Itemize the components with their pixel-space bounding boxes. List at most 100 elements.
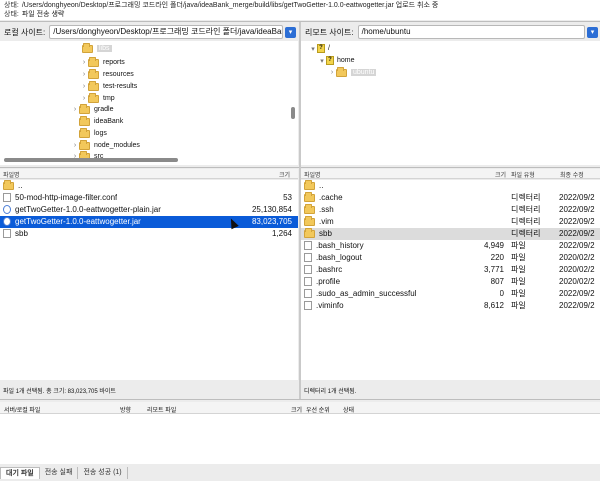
list-item[interactable]: .bashrc 3,771 파일 2020/02/2 [301,264,600,276]
column-header-name[interactable]: 파일명 [3,170,20,179]
tree-item-label: test-results [103,83,138,90]
folder-icon [304,228,315,238]
chevron-down-icon[interactable]: ▾ [318,57,326,65]
file-size: 4,949 [483,241,504,250]
remote-status-text: 디렉터리 1개 선택됨. [301,386,600,398]
tree-item-root[interactable]: ▾? / [309,43,330,54]
chevron-right-icon[interactable]: › [71,106,79,113]
folder-icon [304,204,315,214]
chevron-down-icon[interactable]: ▾ [309,45,317,53]
list-item[interactable]: .. [0,180,298,192]
tab-failed-transfers[interactable]: 전송 실패 [40,467,79,479]
chevron-right-icon[interactable]: › [328,69,336,76]
tree-horizontal-scrollbar[interactable] [4,158,178,162]
tree-item-gradle[interactable]: › gradle [71,103,114,115]
chevron-right-icon[interactable]: › [80,71,88,78]
transfer-queue-list[interactable] [0,414,600,464]
file-size: 8,612 [483,301,504,310]
list-item[interactable]: .cache 디렉터리 2022/09/2 [301,192,600,204]
column-header-direction[interactable]: 방향 [120,405,131,414]
file-name: .profile [316,277,341,286]
file-size: 1,264 [271,229,292,238]
tree-item-ubuntu[interactable]: › ubuntu [328,66,377,78]
column-header-priority[interactable]: 우선 순위 [306,405,330,414]
tree-item-libs[interactable]: libs [82,42,112,54]
file-name: .ssh [319,205,334,214]
remote-dir-tree[interactable]: ▾? / ▾? home › ubuntu [301,41,600,165]
chevron-down-icon[interactable]: ▾ [587,26,598,38]
tree-item-resources[interactable]: › resources [80,68,134,80]
tree-vertical-scrollbar[interactable] [291,107,295,119]
list-item[interactable]: .bash_history 4,949 파일 2022/09/2 [301,240,600,252]
file-name: .cache [319,193,343,202]
tree-item-label: reports [103,59,125,66]
file-name: getTwoGetter-1.0.0-eattwogetter.jar [15,217,141,226]
file-type: 디렉터리 [511,205,541,214]
tree-item-reports[interactable]: › reports [80,56,125,68]
message-log[interactable]: 상태:/Users/donghyeon/Desktop/프로그래밍 코드라인 폴… [0,0,600,20]
tree-item-label: ubuntu [351,69,377,76]
list-item[interactable]: .profile 807 파일 2020/02/2 [301,276,600,288]
tree-item-ideabank[interactable]: ideaBank [79,115,123,127]
list-item[interactable]: getTwoGetter-1.0.0-eattwogetter-plain.ja… [0,204,298,216]
tree-item-label: node_modules [94,142,140,149]
column-header-name[interactable]: 파일명 [304,170,321,179]
file-type: 파일 [511,301,526,310]
tree-item-home[interactable]: ▾? home [318,55,355,66]
column-header-type[interactable]: 파일 유형 [511,170,535,179]
tree-item-label: tmp [103,95,115,102]
file-modified: 2022/09/2 [559,229,595,238]
list-item[interactable]: .. [301,180,600,192]
list-item[interactable]: .viminfo 8,612 파일 2022/09/2 [301,300,600,312]
column-header-remote-file[interactable]: 리모트 파일 [147,405,176,414]
file-name: .bash_logout [316,253,362,262]
list-item[interactable]: sbb 1,264 [0,228,298,240]
remote-file-list[interactable]: .. .cache 디렉터리 2022/09/2 .ssh 디렉터리 2022/… [301,180,600,380]
column-header-size[interactable]: 크기 [291,405,302,414]
chevron-right-icon[interactable]: › [80,95,88,102]
list-item-selected[interactable]: getTwoGetter-1.0.0-eattwogetter.jar 83,0… [0,216,298,228]
tree-item-test-results[interactable]: › test-results [80,80,138,92]
file-name: .viminfo [316,301,344,310]
file-name: sbb [15,229,28,238]
column-header-size[interactable]: 크기 [495,170,506,179]
local-site-label: 로컬 사이트: [4,27,46,37]
file-name: .. [319,181,324,190]
list-item-selected[interactable]: sbb 디렉터리 2022/09/2 [301,228,600,240]
chevron-right-icon[interactable]: › [71,142,79,149]
tree-item-node-modules[interactable]: › node_modules [71,139,140,151]
folder-icon [336,66,347,77]
tab-queued-files[interactable]: 대기 파일 [0,467,40,479]
file-type: 파일 [511,277,526,286]
tree-item-logs[interactable]: logs [79,127,107,139]
unknown-folder-icon: ? [326,56,334,65]
file-type: 디렉터리 [511,217,541,226]
file-size: 220 [490,253,504,262]
chevron-down-icon[interactable]: ▾ [285,26,296,38]
list-item[interactable]: 50-mod-http-image-filter.conf 53 [0,192,298,204]
local-file-list[interactable]: .. 50-mod-http-image-filter.conf 53 getT… [0,180,298,380]
file-type: 디렉터리 [511,193,541,202]
column-header-status[interactable]: 상태 [343,405,354,414]
list-item[interactable]: .vim 디렉터리 2022/09/2 [301,216,600,228]
remote-path-input[interactable]: /home/ubuntu [357,25,585,39]
column-header-server-local[interactable]: 서버/로컬 파일 [4,405,40,414]
log-text: 파일 전송 생략 [21,11,65,18]
file-size: 3,771 [483,265,504,274]
tree-item-tmp[interactable]: › tmp [80,92,115,104]
list-item[interactable]: .bash_logout 220 파일 2020/02/2 [301,252,600,264]
file-name: .sudo_as_admin_successful [316,289,417,298]
tab-successful-transfers[interactable]: 전송 성공 (1) [78,467,128,479]
chevron-right-icon[interactable]: › [80,83,88,90]
log-status-label: 상태: [4,2,19,9]
list-item[interactable]: .sudo_as_admin_successful 0 파일 2022/09/2 [301,288,600,300]
list-item[interactable]: .ssh 디렉터리 2022/09/2 [301,204,600,216]
folder-icon [79,127,90,138]
local-dir-tree[interactable]: libs › reports › resources › test-results ›… [0,41,298,165]
tree-item-label: gradle [94,106,114,113]
column-header-modified[interactable]: 최종 수정 [560,170,584,179]
column-header-size[interactable]: 크기 [279,170,290,179]
local-path-input[interactable]: /Users/donghyeon/Desktop/프로그래밍 코드라인 폴더/j… [49,25,283,39]
chevron-right-icon[interactable]: › [80,59,88,66]
pane-splitter[interactable] [299,22,301,399]
